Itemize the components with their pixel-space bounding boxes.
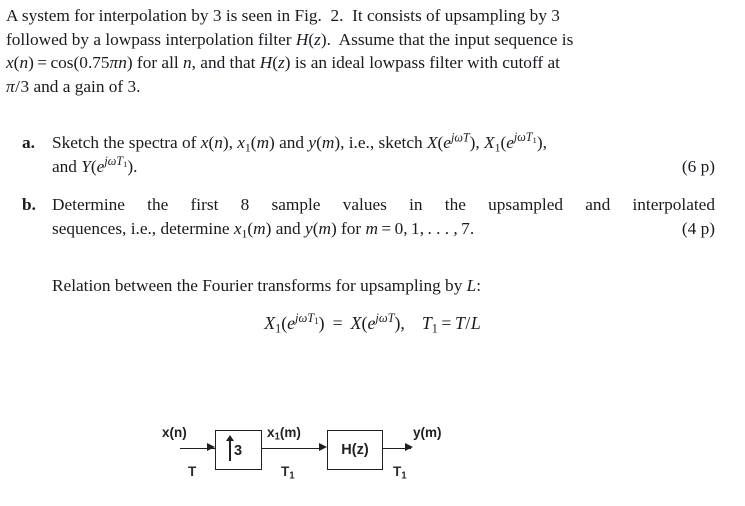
problem-statement-line-3: x(n) = cos(0.75πn) for all n, and that H… xyxy=(6,53,560,73)
problem-statement-line-2: followed by a lowpass interpolation filt… xyxy=(6,29,574,49)
upsampler-block[interactable]: 3 xyxy=(215,430,262,470)
filter-block[interactable]: H(z) xyxy=(327,430,383,470)
item-b-line-1: Determine the first 8 sample values in t… xyxy=(52,195,715,214)
diagram-output-arrowhead xyxy=(405,443,413,452)
item-a-line-1: Sketch the spectra of x(n), x1(m) and y(… xyxy=(52,130,547,155)
problem-statement-line-4: π/3 and a gain of 3. xyxy=(6,76,141,96)
upsampler-factor-label: 3 xyxy=(234,443,243,459)
item-b-line-2: sequences, i.e., determine x1(m) and y(m… xyxy=(52,218,715,240)
diagram-mid-arrow-line xyxy=(262,447,320,450)
up-arrow-icon-shaft xyxy=(229,439,231,461)
item-b-body: Determine the first 8 sample values in t… xyxy=(52,193,715,240)
diagram-mid-rate: T1 xyxy=(281,464,295,482)
up-arrow-icon-head xyxy=(225,434,234,441)
diagram-input-rate: T xyxy=(188,464,197,479)
item-b-points: (4 p) xyxy=(681,218,715,238)
diagram-output-rate: T1 xyxy=(393,464,407,482)
system-block-diagram: x(n) T 3 x1(m) T1 H(z) y(m) T1 xyxy=(150,415,480,501)
item-a-body: Sketch the spectra of x(n), x1(m) and y(… xyxy=(52,131,715,178)
diagram-mid-arrowhead xyxy=(319,443,327,452)
problem-statement-line-1: A system for interpolation by 3 is seen … xyxy=(6,6,560,25)
item-a-line-2: and Y(ejωT1). (6 p) xyxy=(52,155,715,179)
diagram-output-label: y(m) xyxy=(413,425,442,440)
item-b-marker: b. xyxy=(22,195,36,214)
diagram-mid-label-text: x1(m) xyxy=(267,425,301,443)
diagram-input-arrowhead xyxy=(207,443,215,452)
filter-block-label: H(z) xyxy=(341,442,369,458)
diagram-mid-label: x1(m) xyxy=(267,425,301,443)
fourier-relation-equation: X1(ejωT1) = X(ejωT), T1 = T/L xyxy=(264,311,481,336)
diagram-input-label: x(n) xyxy=(162,425,187,440)
item-a-marker: a. xyxy=(22,133,35,152)
problem-statement: A system for interpolation by 3 is seen … xyxy=(6,4,737,98)
relation-note: Relation between the Fourier transforms … xyxy=(52,276,482,295)
item-a-points: (6 p) xyxy=(681,156,715,176)
